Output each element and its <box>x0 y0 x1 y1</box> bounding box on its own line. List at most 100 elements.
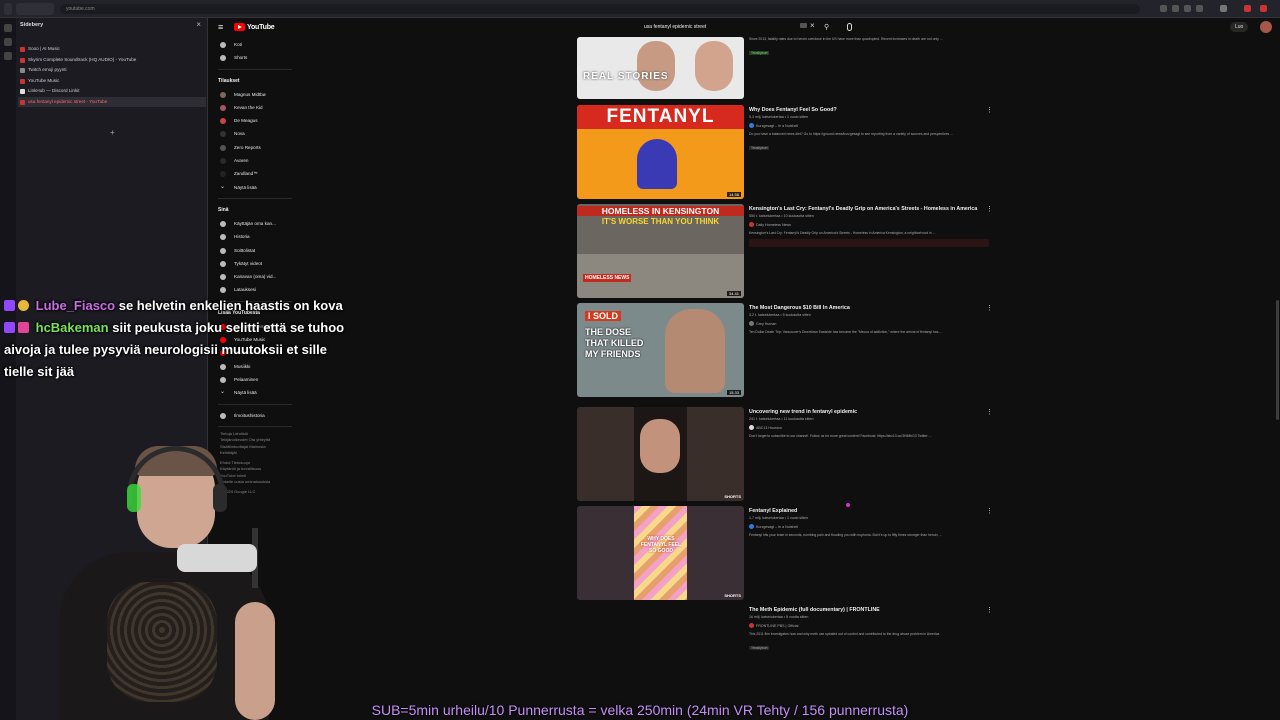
video-title[interactable]: Fentanyl Explained <box>749 508 989 515</box>
guide-divider <box>218 68 292 70</box>
guide-show-more[interactable]: ⌄ Näytä lisää <box>210 181 300 194</box>
video-title[interactable]: Why Does Fentanyl Feel So Good? <box>749 107 989 114</box>
guide-label: Magnus Midtbø <box>234 91 266 97</box>
create-button[interactable]: Luo <box>1230 22 1249 32</box>
guide-item-report-history[interactable]: Ilmoitushistoria <box>210 409 300 422</box>
video-channel[interactable]: Kurzgesagt – In a Nutshell <box>749 123 989 128</box>
guide-subscriptions-header[interactable]: Tilaukset <box>210 74 300 88</box>
clear-search-icon[interactable]: × <box>810 21 815 30</box>
guide-item-home[interactable]: Koti <box>210 38 300 51</box>
page-scrollbar[interactable] <box>1276 300 1279 420</box>
sideberry-tab[interactable]: YouTube Music <box>18 76 206 87</box>
url-bar[interactable]: youtube.com <box>60 4 1140 14</box>
panel-icon[interactable] <box>4 52 12 60</box>
channel-avatar <box>220 91 226 98</box>
thumbnail-face <box>637 41 675 91</box>
hamburger-menu-icon[interactable]: ≡ <box>218 22 223 32</box>
close-icon[interactable]: × <box>196 20 201 29</box>
more-options-icon[interactable]: ⋮ <box>986 305 993 312</box>
extension-icon[interactable] <box>1196 5 1203 12</box>
video-thumbnail[interactable]: FENTANYL 14.58 <box>577 105 744 199</box>
more-options-icon[interactable]: ⋮ <box>986 206 993 213</box>
shirt-print <box>107 582 217 702</box>
video-channel[interactable]: FRONTLINE PBS | Official <box>749 623 989 628</box>
extension-icon[interactable] <box>1172 5 1179 12</box>
guide-item-liked[interactable]: Tykätyt videot <box>210 257 300 270</box>
extension-icon[interactable] <box>1184 5 1191 12</box>
thumbnail-subtext: IT'S WORSE THAN YOU THINK <box>601 217 720 226</box>
link-favicon-icon <box>20 89 25 94</box>
video-info: Fentanyl Explained 1,7 milj. katselukert… <box>749 508 989 537</box>
search-icon[interactable]: ⚲ <box>824 23 829 31</box>
channel-avatar <box>220 158 226 165</box>
avatar[interactable] <box>1260 21 1272 33</box>
browser-toolbar: youtube.com <box>0 0 1280 18</box>
video-info: The Most Dangerous $10 Bill In America 3… <box>749 305 989 334</box>
video-title[interactable]: Uncovering new trend in fentanyl epidemi… <box>749 409 989 416</box>
guide-subscription[interactable]: Zero Reports <box>210 141 300 154</box>
video-badge: Tekstitykset <box>749 51 770 55</box>
youtube-logo[interactable]: YouTube <box>234 23 275 31</box>
video-thumbnail[interactable]: WHY DOES FENTANYL FEEL SO GOOD SHORTS <box>577 506 744 600</box>
more-options-icon[interactable]: ⋮ <box>986 107 993 114</box>
video-info: Kensington's Last Cry: Fentanyl's Deadly… <box>749 206 989 247</box>
guide-label: Näytä lisää <box>234 390 257 396</box>
playlist-icon <box>220 247 226 254</box>
guide-you-header[interactable]: Sinä <box>210 203 300 217</box>
extension-icon[interactable] <box>1220 5 1227 12</box>
guide-subscription[interactable]: Zandland™ <box>210 167 300 180</box>
video-title[interactable]: The Most Dangerous $10 Bill In America <box>749 305 989 312</box>
thumbnail-face <box>665 309 725 393</box>
guide-subscription[interactable]: Avaren <box>210 154 300 167</box>
microphone-icon[interactable] <box>847 23 852 31</box>
extension-icon[interactable] <box>1244 5 1251 12</box>
video-description: Kensington's Last Cry: Fentanyl's Deadly… <box>749 231 936 235</box>
playlist-strip[interactable] <box>749 239 989 247</box>
guide-item-shorts[interactable]: Shorts <box>210 51 300 64</box>
guide-item-your-videos[interactable]: Kanavan (oma) vid... <box>210 270 300 283</box>
panel-icon[interactable] <box>4 24 12 32</box>
video-thumbnail[interactable]: HOMELESS IN KENSINGTON IT'S WORSE THAN Y… <box>577 204 744 298</box>
daily-homeless-news-logo: HOMELESS NEWS <box>583 274 632 282</box>
guide-label: Latauksesi <box>234 287 256 293</box>
video-meta: 3,2 t. katselukertaa • 5 kuukautta sitte… <box>749 313 811 317</box>
more-options-icon[interactable]: ⋮ <box>986 508 993 515</box>
keyboard-icon[interactable] <box>800 23 807 28</box>
guide-item-history[interactable]: Historia <box>210 230 300 243</box>
guide-item-playlists[interactable]: Soittolistat <box>210 244 300 257</box>
more-options-icon[interactable]: ⋮ <box>986 409 993 416</box>
guide-subscription[interactable]: Magnus Midtbø <box>210 88 300 101</box>
sideberry-tab[interactable]: LinkHub — Discord Linkit <box>18 86 206 97</box>
sideberry-tab[interactable]: Twitch emoji pyynti <box>18 65 206 76</box>
sideberry-tab-active[interactable]: usa fentanyl epidemic street - YouTube <box>18 96 206 107</box>
video-channel[interactable]: ABC13 Houston <box>749 425 989 430</box>
extension-icon[interactable] <box>1260 5 1267 12</box>
browser-tab[interactable] <box>16 3 54 15</box>
home-icon <box>220 42 226 48</box>
video-thumbnail[interactable]: REAL STORIES <box>577 37 744 99</box>
guide-subscription[interactable]: Nova <box>210 127 300 140</box>
url-text: youtube.com <box>66 6 95 12</box>
video-title[interactable]: Kensington's Last Cry: Fentanyl's Deadly… <box>749 206 989 213</box>
search-input[interactable] <box>640 20 810 34</box>
extension-icon[interactable] <box>1160 5 1167 12</box>
more-options-icon[interactable]: ⋮ <box>986 607 993 614</box>
video-thumbnail[interactable]: SHORTS <box>577 407 744 501</box>
browser-menu-icon[interactable] <box>4 3 12 15</box>
video-title[interactable]: The Meth Epidemic (full documentary) | F… <box>749 607 989 614</box>
video-channel[interactable]: Grey Human <box>749 321 989 326</box>
guide-subscription[interactable]: Kevan the Kid <box>210 101 300 114</box>
shorts-icon <box>220 55 226 62</box>
sideberry-tab[interactable]: Skyrim Complete Soundtrack (HQ AUDIO) - … <box>18 55 206 66</box>
video-channel[interactable]: Kurzgesagt – In a Nutshell <box>749 524 989 529</box>
panel-icon[interactable] <box>4 38 12 46</box>
sideberry-tab[interactable]: Sooo | AI Music <box>18 44 206 55</box>
new-tab-plus-icon[interactable]: + <box>110 128 115 137</box>
flag-icon <box>220 412 226 419</box>
guide-subscription[interactable]: De Meagus <box>210 114 300 127</box>
guide-show-more[interactable]: ⌄ Näytä lisää <box>210 386 300 399</box>
guide-item-your-channel[interactable]: Käyttäjän oma kan... <box>210 217 300 230</box>
video-channel[interactable]: Daily Homeless News <box>749 222 989 227</box>
video-thumbnail[interactable]: I SOLD THE DOSE THAT KILLED MY FRIENDS 1… <box>577 303 744 397</box>
channel-avatar <box>749 222 754 227</box>
